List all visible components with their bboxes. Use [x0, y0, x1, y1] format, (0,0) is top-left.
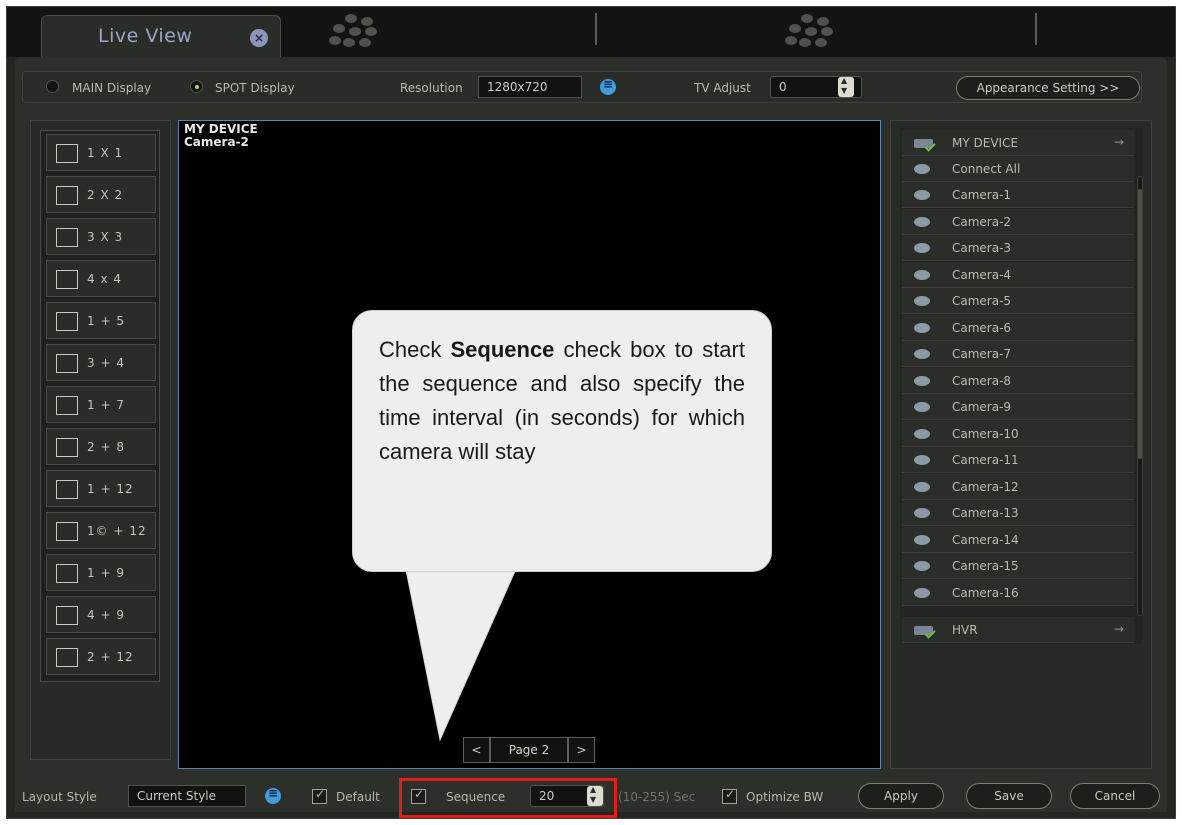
callout-bold-text: Sequence — [450, 337, 555, 362]
callout-text: Check Sequence check box to start the se… — [379, 337, 745, 464]
